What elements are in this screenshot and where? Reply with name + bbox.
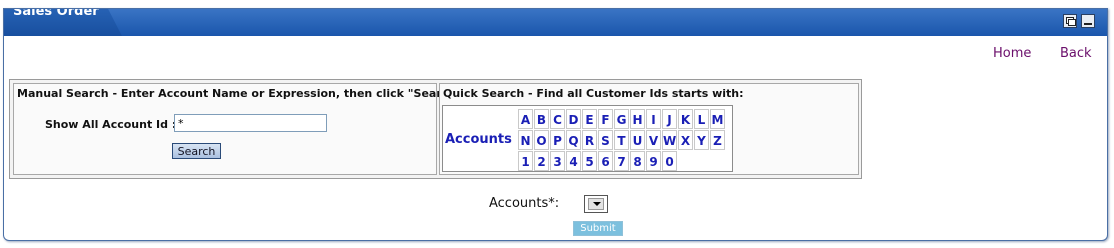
window-header xyxy=(4,9,1107,36)
submit-button[interactable]: Submit xyxy=(573,221,623,236)
letter-index-table: Accounts ABCDEFGHIJKLM NOPQRSTUVWXYZ 12345… xyxy=(442,105,733,172)
letter-link-v[interactable]: V xyxy=(646,130,661,150)
letter-link-1[interactable]: 1 xyxy=(518,151,533,171)
accounts-select[interactable] xyxy=(584,195,608,213)
letter-link-6[interactable]: 6 xyxy=(598,151,613,171)
letter-link-a[interactable]: A xyxy=(518,109,533,129)
letter-link-8[interactable]: 8 xyxy=(630,151,645,171)
home-link[interactable]: Home xyxy=(993,46,1031,61)
letter-link-o[interactable]: O xyxy=(534,130,549,150)
restore-window-icon[interactable] xyxy=(1063,14,1077,28)
letter-link-u[interactable]: U xyxy=(630,130,645,150)
letter-link-0[interactable]: 0 xyxy=(662,151,677,171)
letter-link-7[interactable]: 7 xyxy=(614,151,629,171)
window-title: Sales Order xyxy=(13,8,99,19)
letter-link-h[interactable]: H xyxy=(630,109,645,129)
quick-search-box: Quick Search - Find all Customer Ids sta… xyxy=(439,83,859,175)
manual-search-box: Manual Search - Enter Account Name or Ex… xyxy=(13,83,466,175)
letter-link-c[interactable]: C xyxy=(550,109,565,129)
letter-link-n[interactable]: N xyxy=(518,130,533,150)
letter-link-y[interactable]: Y xyxy=(694,130,709,150)
window-title-tab: Sales Order xyxy=(4,8,122,36)
sales-order-window: Home Back Manual Search - Enter Account … xyxy=(3,8,1108,241)
letter-link-w[interactable]: W xyxy=(662,130,677,150)
letter-link-k[interactable]: K xyxy=(678,109,693,129)
letter-link-2[interactable]: 2 xyxy=(534,151,549,171)
letter-link-t[interactable]: T xyxy=(614,130,629,150)
letter-link-j[interactable]: J xyxy=(662,109,677,129)
accounts-index-label: Accounts xyxy=(445,132,512,147)
letter-link-i[interactable]: I xyxy=(646,109,661,129)
letter-link-5[interactable]: 5 xyxy=(582,151,597,171)
letter-link-r[interactable]: R xyxy=(582,130,597,150)
letter-link-d[interactable]: D xyxy=(566,109,581,129)
search-button[interactable]: Search xyxy=(172,143,221,159)
letter-link-4[interactable]: 4 xyxy=(566,151,581,171)
letter-link-m[interactable]: M xyxy=(710,109,725,129)
letter-link-s[interactable]: S xyxy=(598,130,613,150)
letter-link-x[interactable]: X xyxy=(678,130,693,150)
letter-link-f[interactable]: F xyxy=(598,109,613,129)
search-panel: Manual Search - Enter Account Name or Ex… xyxy=(9,79,862,179)
letter-link-q[interactable]: Q xyxy=(566,130,581,150)
chevron-down-icon[interactable] xyxy=(588,198,604,210)
accounts-select-label: Accounts*: xyxy=(489,196,560,211)
quick-search-title: Quick Search - Find all Customer Ids sta… xyxy=(443,87,744,100)
manual-search-title: Manual Search - Enter Account Name or Ex… xyxy=(17,87,467,100)
letter-link-g[interactable]: G xyxy=(614,109,629,129)
letter-link-9[interactable]: 9 xyxy=(646,151,661,171)
back-link[interactable]: Back xyxy=(1060,46,1092,61)
letter-link-b[interactable]: B xyxy=(534,109,549,129)
letter-link-e[interactable]: E xyxy=(582,109,597,129)
minimize-window-icon[interactable] xyxy=(1081,14,1095,28)
letter-link-z[interactable]: Z xyxy=(710,130,725,150)
letter-link-p[interactable]: P xyxy=(550,130,565,150)
show-all-account-label: Show All Account Id : xyxy=(45,118,177,131)
account-id-input[interactable] xyxy=(174,114,327,132)
letter-link-3[interactable]: 3 xyxy=(550,151,565,171)
letter-link-l[interactable]: L xyxy=(694,109,709,129)
